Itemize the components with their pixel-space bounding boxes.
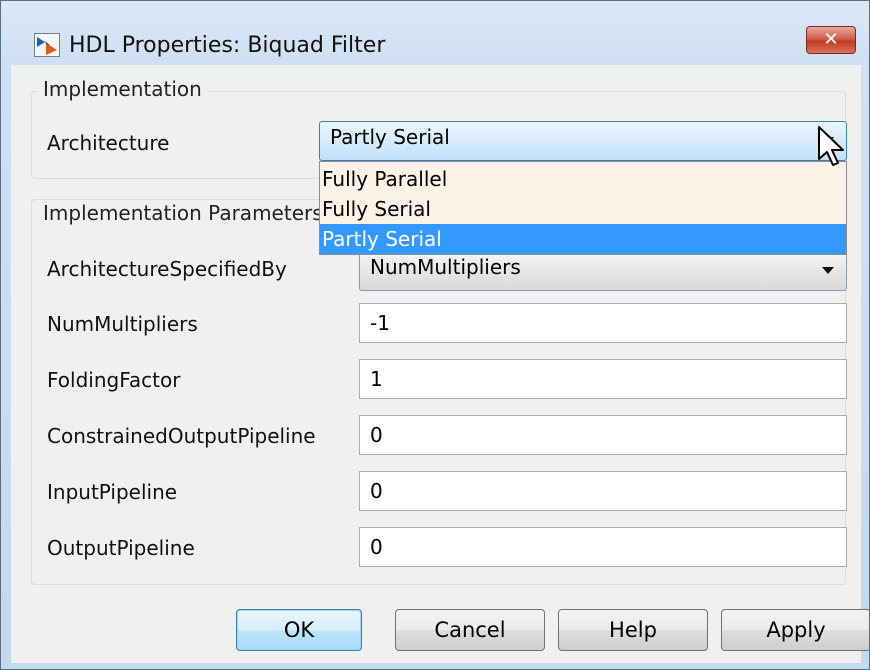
dialog-window: HDL Properties: Biquad Filter ✕ Implemen… [0,0,870,670]
constrained-output-pipeline-field[interactable]: 0 [359,415,847,455]
constrained-output-pipeline-label: ConstrainedOutputPipeline [47,424,316,448]
apply-button[interactable]: Apply [721,609,869,651]
ok-button[interactable]: OK [236,609,362,651]
folding-factor-value: 1 [370,367,383,391]
help-button[interactable]: Help [558,609,708,651]
close-button[interactable]: ✕ [806,26,856,54]
architecture-specified-by-value: NumMultipliers [370,255,521,279]
architecture-dropdown-list: Fully Parallel Fully Serial Partly Seria… [319,161,847,255]
close-icon: ✕ [823,29,839,50]
dropdown-option[interactable]: Fully Parallel [320,164,846,194]
implementation-parameters-legend: Implementation Parameters [39,201,327,225]
num-multipliers-field[interactable]: -1 [359,303,847,343]
architecture-specified-by-select[interactable]: NumMultipliers [359,251,847,291]
num-multipliers-label: NumMultipliers [47,312,198,336]
simulink-block-icon [34,33,60,57]
implementation-legend: Implementation [39,77,206,101]
chevron-down-icon [822,267,834,274]
mouse-pointer-icon [818,126,844,166]
input-pipeline-value: 0 [370,479,383,503]
cancel-button[interactable]: Cancel [395,609,545,651]
output-pipeline-label: OutputPipeline [47,536,195,560]
dropdown-option-selected[interactable]: Partly Serial [320,224,846,254]
window-title: HDL Properties: Biquad Filter [69,33,386,58]
output-pipeline-field[interactable]: 0 [359,527,847,567]
dropdown-option[interactable]: Fully Serial [320,194,846,224]
architecture-select[interactable]: Partly Serial [319,121,847,161]
architecture-label: Architecture [47,131,170,155]
input-pipeline-label: InputPipeline [47,480,178,504]
num-multipliers-value: -1 [370,311,390,335]
dialog-body: Implementation Architecture Implementati… [11,65,869,663]
input-pipeline-field[interactable]: 0 [359,471,847,511]
folding-factor-field[interactable]: 1 [359,359,847,399]
folding-factor-label: FoldingFactor [47,368,181,392]
output-pipeline-value: 0 [370,535,383,559]
title-bar[interactable]: HDL Properties: Biquad Filter ✕ [1,1,869,58]
constrained-output-pipeline-value: 0 [370,423,383,447]
architecture-specified-by-label: ArchitectureSpecifiedBy [47,257,287,281]
architecture-value: Partly Serial [330,125,450,149]
